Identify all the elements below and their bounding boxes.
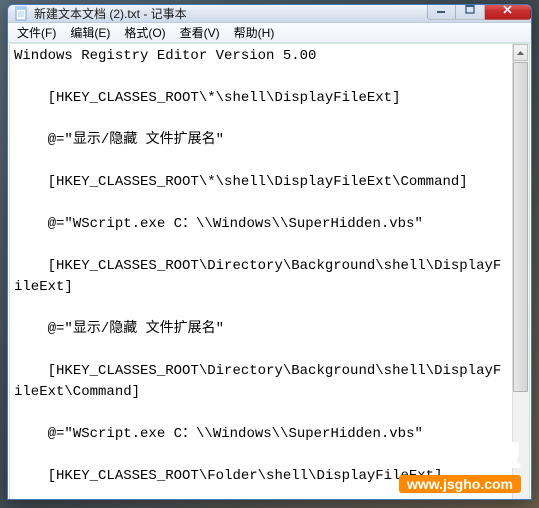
menubar: 文件(F) 编辑(E) 格式(O) 查看(V) 帮助(H) [8, 23, 531, 43]
window-title: 新建文本文档 (2).txt - 记事本 [34, 5, 427, 22]
titlebar[interactable]: 新建文本文档 (2).txt - 记事本 [8, 5, 531, 23]
notepad-icon [14, 6, 30, 22]
window-controls [427, 4, 531, 20]
vertical-scrollbar[interactable] [512, 44, 529, 500]
menu-format[interactable]: 格式(O) [117, 23, 172, 42]
menu-view[interactable]: 查看(V) [173, 23, 227, 42]
menu-edit[interactable]: 编辑(E) [63, 23, 117, 42]
close-button[interactable] [485, 4, 531, 20]
minimize-button[interactable] [427, 4, 456, 20]
scroll-thumb[interactable] [513, 62, 528, 392]
notepad-window: 新建文本文档 (2).txt - 记事本 文件(F) 编辑(E) 格式(O) 查… [7, 4, 532, 500]
menu-file[interactable]: 文件(F) [10, 23, 63, 42]
menu-help[interactable]: 帮助(H) [227, 23, 282, 42]
scroll-up-button[interactable] [513, 44, 528, 61]
editor-area: Windows Registry Editor Version 5.00 [HK… [9, 43, 530, 500]
text-content[interactable]: Windows Registry Editor Version 5.00 [HK… [10, 44, 512, 500]
maximize-button[interactable] [456, 4, 485, 20]
